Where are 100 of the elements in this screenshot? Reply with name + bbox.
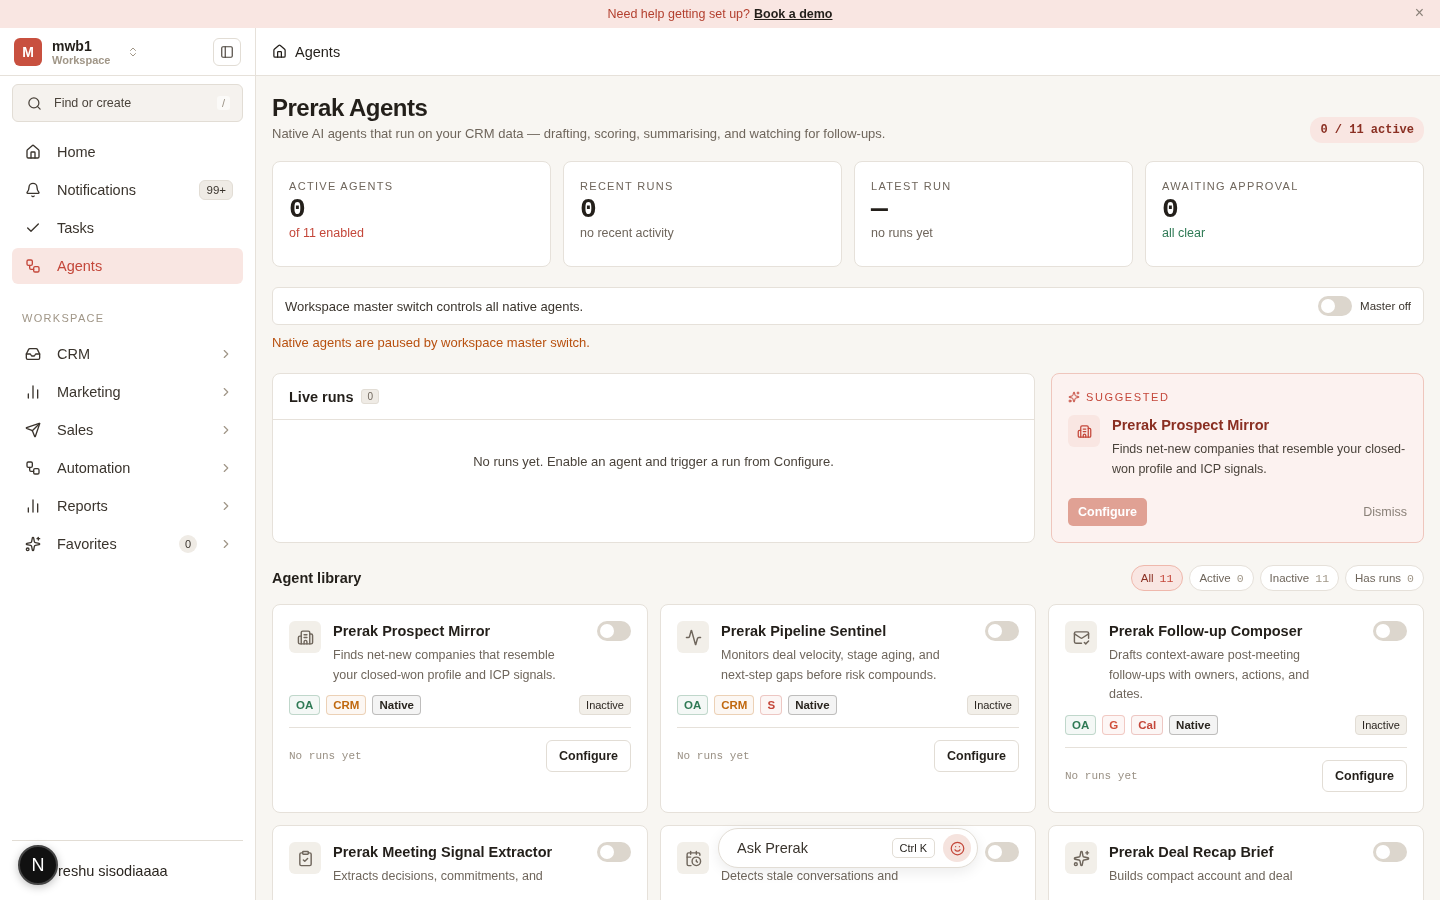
runs-note: No runs yet xyxy=(289,750,362,762)
stat-label: LATEST RUN xyxy=(871,180,953,192)
stat-value: — xyxy=(871,194,889,226)
integration-tag: G xyxy=(1102,714,1126,735)
runs-note: No runs yet xyxy=(1065,769,1138,782)
book-demo-link[interactable]: Book a demo xyxy=(754,7,833,21)
agent-title: Prerak Prospect Mirror xyxy=(333,623,492,640)
integration-tag: OA xyxy=(1065,714,1097,735)
empty-message: No runs yet. Enable an agent and trigger a run from Configure. xyxy=(472,453,835,469)
nav-item[interactable]: CRM xyxy=(12,336,243,372)
nav-item[interactable]: Marketing xyxy=(12,374,243,410)
stat-note: all clear xyxy=(1162,226,1207,240)
search-icon xyxy=(27,95,42,111)
integration-tag: OA xyxy=(289,695,321,715)
status-tag: Inactive xyxy=(1355,714,1407,735)
bar-chart-icon xyxy=(25,498,41,514)
workspace-logo: M xyxy=(14,37,42,66)
integration-tag: OA xyxy=(677,695,709,715)
clipboard-check-icon xyxy=(289,842,321,874)
active-count-pill: 0 / 11 active xyxy=(1310,117,1424,143)
stat-label: RECENT RUNS xyxy=(580,180,675,192)
suggested-label: SUGGESTED xyxy=(1086,391,1170,403)
sparkles-icon xyxy=(1068,391,1080,403)
agent-title: Prerak Pipeline Sentinel xyxy=(721,623,888,640)
agent-toggle[interactable] xyxy=(1373,842,1407,862)
sparkles-icon xyxy=(25,536,41,552)
agent-toggle[interactable] xyxy=(985,842,1019,862)
workspace-name[interactable]: mwb1 xyxy=(52,37,111,54)
nav-item[interactable]: Reports xyxy=(12,488,243,524)
agent-description: Drafts context-aware post-meeting follow-ups with owners, actions, and dates. xyxy=(1109,647,1311,703)
run-count: 0 xyxy=(361,389,380,404)
dismiss-button[interactable]: Dismiss xyxy=(1363,505,1407,519)
suggestion-description: Finds net-new companies that resemble your closed-won profile and ICP signals. xyxy=(1112,441,1407,478)
nav-item[interactable]: Favorites 0 xyxy=(12,526,243,562)
page-title: Prerak Agents xyxy=(272,94,429,122)
nav-item[interactable]: Agents xyxy=(12,248,243,284)
home-icon xyxy=(272,44,287,59)
agent-title: Prerak Deal Recap Brief xyxy=(1109,844,1275,861)
mail-check-icon xyxy=(1065,621,1097,653)
status-tag: Inactive xyxy=(967,695,1019,715)
configure-button[interactable]: Configure xyxy=(1321,759,1407,792)
assistant-button[interactable] xyxy=(943,834,971,862)
assistant-bar[interactable]: Ask Prerak Ctrl K xyxy=(718,828,978,868)
building-icon xyxy=(289,621,321,653)
user-name[interactable]: reshu sisodiaaaa xyxy=(58,862,168,879)
activity-icon xyxy=(677,621,709,653)
stat-note: of 11 enabled xyxy=(289,226,365,240)
stat-value: 0 xyxy=(580,194,598,226)
stat-note: no recent activity xyxy=(580,226,675,240)
page-subtitle: Native AI agents that run on your CRM data — drafting, scoring, summarising, and watching for follow-ups. xyxy=(272,126,886,141)
home-icon xyxy=(25,144,41,160)
nav-item[interactable]: Automation xyxy=(12,450,243,486)
nav-item[interactable]: Tasks xyxy=(12,210,243,246)
filter-chip[interactable]: Inactive 11 xyxy=(1259,565,1340,591)
notification-count: 99+ xyxy=(199,180,233,200)
search-field[interactable]: Find or create / xyxy=(12,84,243,122)
stat-label: AWAITING APPROVAL xyxy=(1162,180,1300,192)
collapse-sidebar-button[interactable] xyxy=(213,37,241,66)
workflow-icon xyxy=(25,460,41,476)
agent-title: Prerak Follow-up Composer xyxy=(1109,623,1304,640)
agent-toggle[interactable] xyxy=(597,842,631,862)
agent-toggle[interactable] xyxy=(985,621,1019,641)
inbox-icon xyxy=(25,346,41,362)
workflow-icon xyxy=(25,258,41,274)
agent-toggle[interactable] xyxy=(597,621,631,641)
bell-icon xyxy=(25,182,41,198)
dev-tools-badge[interactable]: N xyxy=(18,845,58,885)
suggestion-title: Prerak Prospect Mirror xyxy=(1112,417,1271,433)
sparkles-icon xyxy=(1065,842,1097,874)
configure-button[interactable]: Configure xyxy=(933,740,1019,772)
master-switch-text: Workspace master switch controls all native agents. xyxy=(285,298,584,314)
calendar-clock-icon xyxy=(677,842,709,874)
integration-tag: Native xyxy=(1169,714,1218,735)
nav-item[interactable]: Notifications 99+ xyxy=(12,172,243,208)
sidebar-panel-icon xyxy=(220,44,234,59)
agent-description: Builds compact account and deal xyxy=(1109,868,1294,885)
filter-chip[interactable]: Active 0 xyxy=(1189,565,1254,591)
integration-tag: Native xyxy=(372,695,421,715)
configure-button[interactable]: Configure xyxy=(545,740,631,772)
integration-tag: Native xyxy=(788,695,837,715)
agent-toggle[interactable] xyxy=(1373,621,1407,641)
filter-chip[interactable]: Has runs 0 xyxy=(1345,565,1424,591)
integration-tag: Cal xyxy=(1131,714,1164,735)
agent-description: Finds net-new companies that resemble your closed-won profile and ICP signals. xyxy=(333,647,557,684)
shortcut-key: / xyxy=(216,96,230,110)
agent-description: Extracts decisions, commitments, and xyxy=(333,868,544,885)
agent-title: Prerak Meeting Signal Extractor xyxy=(333,844,554,861)
count-badge: 0 xyxy=(179,535,197,553)
ask-input[interactable]: Ask Prerak xyxy=(735,839,884,857)
workspace-subtitle: Workspace xyxy=(52,53,111,66)
integration-tag: S xyxy=(760,695,783,715)
section-title: Agent library xyxy=(272,570,362,586)
section-title: WORKSPACE xyxy=(21,311,106,326)
master-toggle[interactable] xyxy=(1318,296,1353,316)
nav-item[interactable]: Sales xyxy=(12,412,243,448)
agent-description: Detects stale conversations and xyxy=(721,868,900,885)
send-icon xyxy=(25,422,41,438)
status-tag: Inactive xyxy=(579,695,631,715)
nav-item[interactable]: Home xyxy=(12,134,243,170)
filter-chip[interactable]: All 11 xyxy=(1130,565,1184,591)
